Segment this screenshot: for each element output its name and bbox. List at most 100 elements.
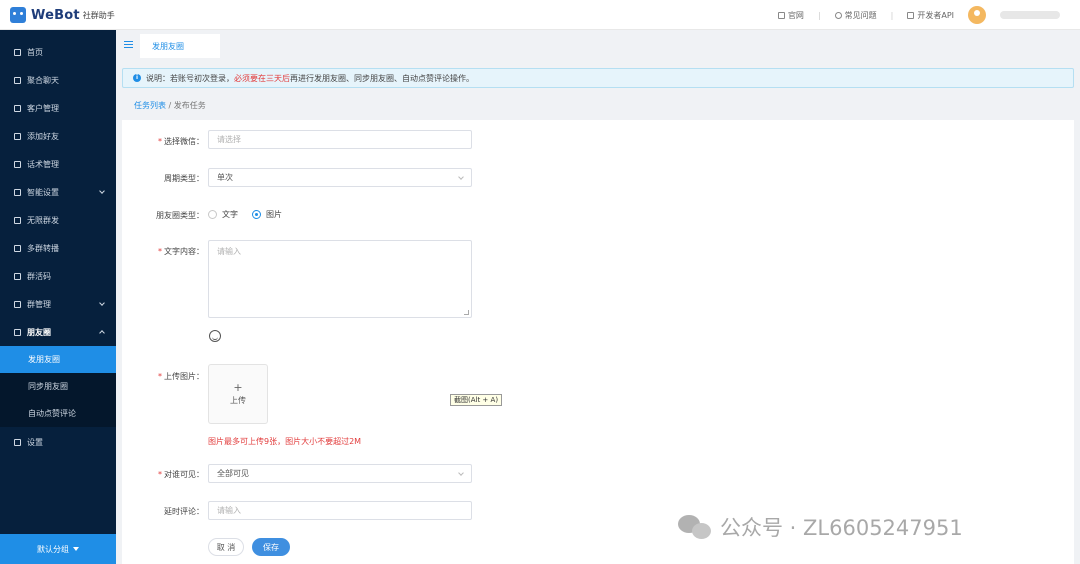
sidebar-item-label: 首页 bbox=[27, 47, 43, 57]
send-icon bbox=[14, 216, 21, 224]
delay-comment-input[interactable]: 请输入 bbox=[208, 501, 472, 520]
emoji-icon[interactable] bbox=[209, 330, 221, 342]
delay-comment-placeholder: 请输入 bbox=[217, 506, 241, 515]
chevron-down-icon bbox=[458, 470, 464, 476]
divider: | bbox=[817, 10, 821, 20]
sidebar-subitem-label: 同步朋友圈 bbox=[28, 382, 68, 391]
add-user-icon bbox=[14, 132, 21, 140]
group-selector[interactable]: 默认分组 bbox=[0, 534, 116, 564]
caret-down-icon bbox=[73, 547, 79, 551]
wechat-select[interactable]: 请选择 bbox=[208, 130, 472, 149]
script-icon bbox=[14, 160, 21, 168]
sidebar-item-multi-group-relay[interactable]: 多群转播 bbox=[0, 234, 116, 262]
sidebar-subitem-label: 自动点赞评论 bbox=[28, 409, 76, 418]
moment-type-label: 朋友圈类型： bbox=[156, 211, 204, 220]
sidebar-item-label: 无限群发 bbox=[27, 215, 59, 225]
brand-name: WeBot bbox=[31, 7, 80, 23]
chevron-down-icon bbox=[458, 174, 464, 180]
monitor-icon bbox=[777, 11, 785, 19]
sidebar-item-mass-send[interactable]: 无限群发 bbox=[0, 206, 116, 234]
sidebar-item-label: 添加好友 bbox=[27, 131, 59, 141]
content-textarea[interactable]: 请输入 bbox=[208, 240, 472, 318]
official-site-link[interactable]: 官网 bbox=[777, 10, 804, 21]
sidebar-item-label: 多群转播 bbox=[27, 243, 59, 253]
moment-type-radio-group: 文字 图片 bbox=[208, 209, 282, 220]
watermark-text: 公众号 · ZL6605247951 bbox=[720, 516, 963, 540]
upload-button[interactable]: + 上传 bbox=[208, 364, 268, 424]
user-icon bbox=[14, 104, 21, 112]
broadcast-icon bbox=[14, 244, 21, 252]
divider: | bbox=[890, 10, 894, 20]
visible-select[interactable]: 全部可见 bbox=[208, 464, 472, 483]
menu-toggle-icon[interactable] bbox=[124, 41, 133, 48]
wechat-placeholder: 请选择 bbox=[217, 135, 241, 144]
resize-handle[interactable] bbox=[464, 310, 469, 315]
upload-hint: 图片最多可上传9张，图片大小不要超过2M bbox=[208, 437, 362, 446]
sidebar-item-scripts[interactable]: 话术管理 bbox=[0, 150, 116, 178]
sidebar-item-label: 朋友圈 bbox=[27, 327, 51, 337]
sidebar-item-smart-settings[interactable]: 智能设置 bbox=[0, 178, 116, 206]
username-blurred[interactable] bbox=[1000, 11, 1060, 19]
sidebar-item-label: 设置 bbox=[27, 437, 43, 447]
sidebar: 首页 聚合聊天 客户管理 添加好友 话术管理 智能设置 无限群发 多群转播 群活… bbox=[0, 30, 116, 564]
period-value: 单次 bbox=[217, 173, 233, 182]
sidebar-item-label: 智能设置 bbox=[27, 187, 59, 197]
notice-highlight: 必须要在三天后 bbox=[234, 73, 290, 83]
sidebar-item-label: 聚合聊天 bbox=[27, 75, 59, 85]
developer-api-link[interactable]: 开发者API bbox=[907, 10, 954, 21]
sidebar-item-chat[interactable]: 聚合聊天 bbox=[0, 66, 116, 94]
radio-image-label: 图片 bbox=[266, 210, 282, 219]
tab-post-moment[interactable]: 发朋友圈 bbox=[140, 34, 220, 58]
sidebar-subitem-label: 发朋友圈 bbox=[28, 355, 60, 364]
chevron-up-icon bbox=[99, 330, 105, 336]
period-select[interactable]: 单次 bbox=[208, 168, 472, 187]
gear-icon bbox=[14, 438, 21, 446]
notice-banner: i 说明：若账号初次登录， 必须要在三天后 再进行发朋友圈、同步朋友圈、自动点赞… bbox=[122, 68, 1074, 88]
visible-label: * 对谁可见： bbox=[158, 470, 204, 479]
radio-image[interactable]: 图片 bbox=[252, 209, 282, 220]
sidebar-item-group-management[interactable]: 群管理 bbox=[0, 290, 116, 318]
sidebar-item-label: 群管理 bbox=[27, 299, 51, 309]
info-icon: i bbox=[133, 74, 141, 82]
notice-prefix: 说明：若账号初次登录， bbox=[146, 73, 234, 83]
group-icon bbox=[14, 300, 21, 308]
avatar[interactable] bbox=[968, 6, 986, 24]
sidebar-subitem-auto-like-comment[interactable]: 自动点赞评论 bbox=[0, 400, 116, 427]
app-logo[interactable]: WeBot 社群助手 bbox=[10, 6, 115, 24]
sidebar-subitem-post-moment[interactable]: 发朋友圈 bbox=[0, 346, 116, 373]
sidebar-item-settings[interactable]: 设置 bbox=[0, 428, 116, 456]
faq-link[interactable]: 常见问题 bbox=[834, 10, 877, 21]
top-header: WeBot 社群助手 官网 | 常见问题 | 开发者API bbox=[0, 0, 1080, 30]
sidebar-item-label: 群活码 bbox=[27, 271, 51, 281]
sidebar-item-add-friend[interactable]: 添加好友 bbox=[0, 122, 116, 150]
sidebar-item-customers[interactable]: 客户管理 bbox=[0, 94, 116, 122]
sidebar-item-label: 客户管理 bbox=[27, 103, 59, 113]
wechat-logo-icon bbox=[678, 513, 712, 541]
plus-icon: + bbox=[233, 381, 243, 394]
wechat-watermark: 公众号 · ZL6605247951 bbox=[678, 512, 963, 542]
breadcrumb-task-list[interactable]: 任务列表 bbox=[134, 101, 166, 110]
header-links: 官网 | 常见问题 | 开发者API bbox=[777, 0, 1060, 30]
sidebar-item-home[interactable]: 首页 bbox=[0, 38, 116, 66]
radio-text[interactable]: 文字 bbox=[208, 209, 238, 220]
home-icon bbox=[14, 48, 21, 56]
save-button[interactable]: 保存 bbox=[252, 538, 290, 556]
faq-label: 常见问题 bbox=[844, 10, 877, 20]
main-content: 发朋友圈 i 说明：若账号初次登录， 必须要在三天后 再进行发朋友圈、同步朋友圈… bbox=[116, 30, 1080, 564]
sidebar-item-group-qrcode[interactable]: 群活码 bbox=[0, 262, 116, 290]
visible-value: 全部可见 bbox=[217, 469, 249, 478]
developer-api-label: 开发者API bbox=[917, 10, 954, 20]
sidebar-item-moments[interactable]: 朋友圈 bbox=[0, 318, 116, 346]
sidebar-subitem-sync-moments[interactable]: 同步朋友圈 bbox=[0, 373, 116, 400]
chevron-down-icon bbox=[99, 188, 105, 194]
delay-comment-label: 延时评论： bbox=[164, 507, 204, 516]
notice-suffix: 再进行发朋友圈、同步朋友圈、自动点赞评论操作。 bbox=[290, 73, 474, 83]
moments-icon bbox=[14, 328, 21, 336]
cancel-button[interactable]: 取 消 bbox=[208, 538, 244, 556]
qrcode-icon bbox=[14, 272, 21, 280]
smart-icon bbox=[14, 188, 21, 196]
period-label: 周期类型： bbox=[164, 174, 204, 183]
doc-icon bbox=[907, 11, 915, 19]
form-card: * 选择微信： 请选择 周期类型： 单次 朋友圈类型： 文字 图片 * 文字内容： … bbox=[122, 120, 1074, 564]
upload-button-label: 上传 bbox=[230, 396, 246, 405]
